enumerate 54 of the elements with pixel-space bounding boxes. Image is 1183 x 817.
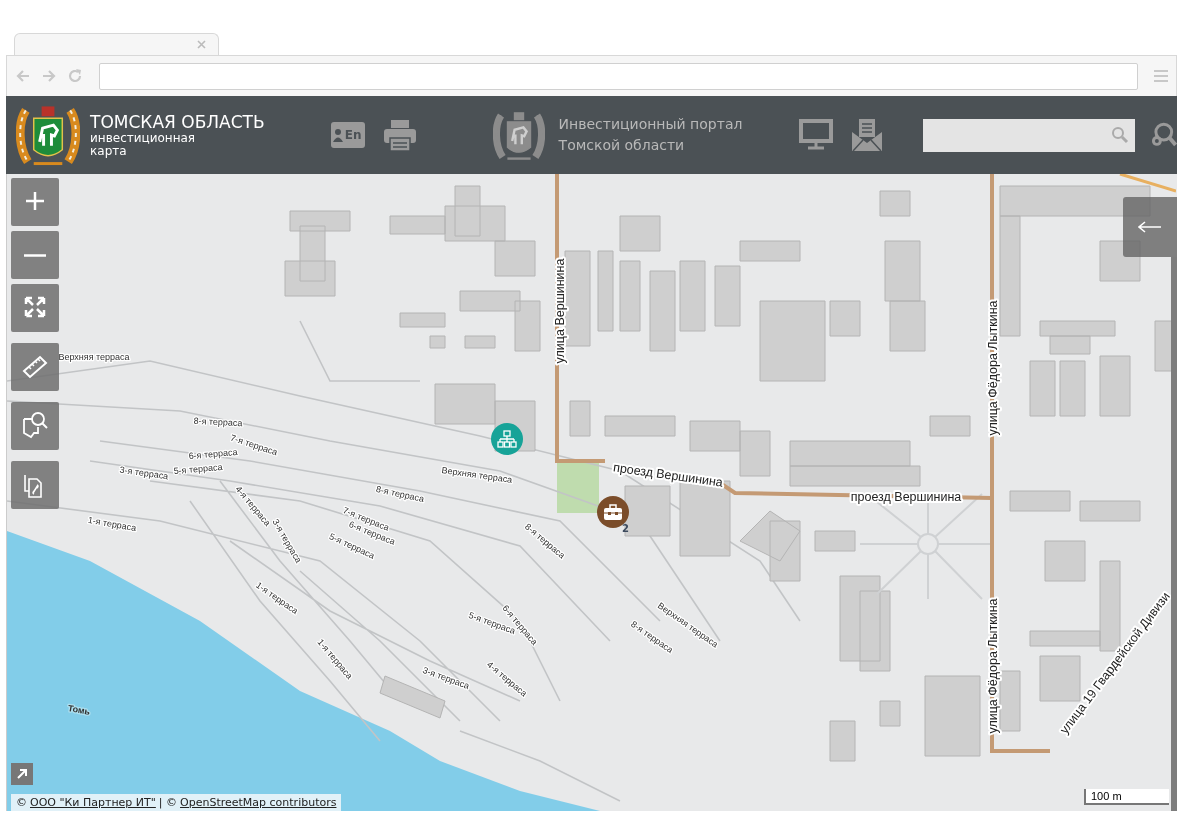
envelope-icon[interactable] <box>850 118 883 152</box>
zoom-out-icon <box>24 253 46 257</box>
search-field[interactable] <box>922 118 1136 152</box>
area-search-button[interactable] <box>11 402 59 450</box>
street-label: проезд Вершинина <box>850 490 962 504</box>
street-label: улица Вершинина <box>553 258 567 364</box>
terrace-label: 5-я терраса <box>173 461 223 477</box>
monitor-icon[interactable] <box>798 119 833 151</box>
separator-text: | © <box>158 796 178 809</box>
region-title: ТОМСКАЯ ОБЛАСТЬ <box>90 112 266 132</box>
terrace-label: Верхняя терраса <box>441 465 513 485</box>
copyright-sign: © <box>16 796 27 809</box>
overview-toggle-button[interactable] <box>11 763 33 785</box>
river-label: Томь <box>67 703 91 717</box>
advanced-search-icon[interactable] <box>1149 121 1177 149</box>
coat-of-arms-icon[interactable] <box>492 109 545 161</box>
collapse-panel-button[interactable] <box>1123 197 1177 257</box>
org-chart-icon <box>497 430 517 448</box>
measure-button[interactable] <box>11 343 59 391</box>
terrace-label: Верхняя терраса <box>58 352 130 362</box>
map-subtitle: инвестиционная карта <box>90 132 197 158</box>
area-search-icon <box>21 411 49 441</box>
openstreetmap-link[interactable]: OpenStreetMap contributors <box>180 796 337 809</box>
portal-link[interactable]: Инвестиционный портал Томской области <box>558 114 759 156</box>
zoom-in-button[interactable] <box>11 178 59 226</box>
search-icon[interactable] <box>1111 126 1130 144</box>
diagonal-arrow-icon <box>16 768 28 780</box>
fullscreen-button[interactable] <box>11 284 59 332</box>
terrace-label: 1-я терраса <box>87 514 137 534</box>
back-icon[interactable] <box>15 68 31 84</box>
ruler-icon <box>22 353 48 381</box>
address-bar[interactable] <box>99 62 1138 90</box>
briefcase-icon <box>603 503 623 521</box>
scale-bar: 100 m <box>1084 789 1169 805</box>
street-label: улица Фёдора Лыткина <box>986 598 1000 734</box>
map-marker[interactable] <box>491 423 523 455</box>
close-icon[interactable] <box>197 40 206 49</box>
terrace-label: 8-я терраса <box>193 415 243 429</box>
fullscreen-icon <box>24 296 46 320</box>
forward-icon[interactable] <box>41 68 57 84</box>
zoom-out-button[interactable] <box>11 231 59 279</box>
terrace-label: 8-я терраса <box>375 484 425 504</box>
printer-icon[interactable] <box>382 118 417 152</box>
person-icon <box>332 128 343 142</box>
reload-icon[interactable] <box>67 68 83 84</box>
terrace-label: 6-я терраса <box>188 446 238 462</box>
terrace-label: 3-я терраса <box>119 464 169 482</box>
street-label: проезд Вершинина <box>612 460 724 490</box>
left-arrow-icon <box>1138 221 1162 233</box>
company-link[interactable]: ООО "Ки Партнер ИТ" <box>30 796 156 809</box>
share-link-button[interactable] <box>11 461 59 509</box>
menu-icon[interactable] <box>1154 70 1168 82</box>
marker-count: 2 <box>622 523 629 534</box>
street-label: улица Фёдора Лыткина <box>986 300 1000 436</box>
